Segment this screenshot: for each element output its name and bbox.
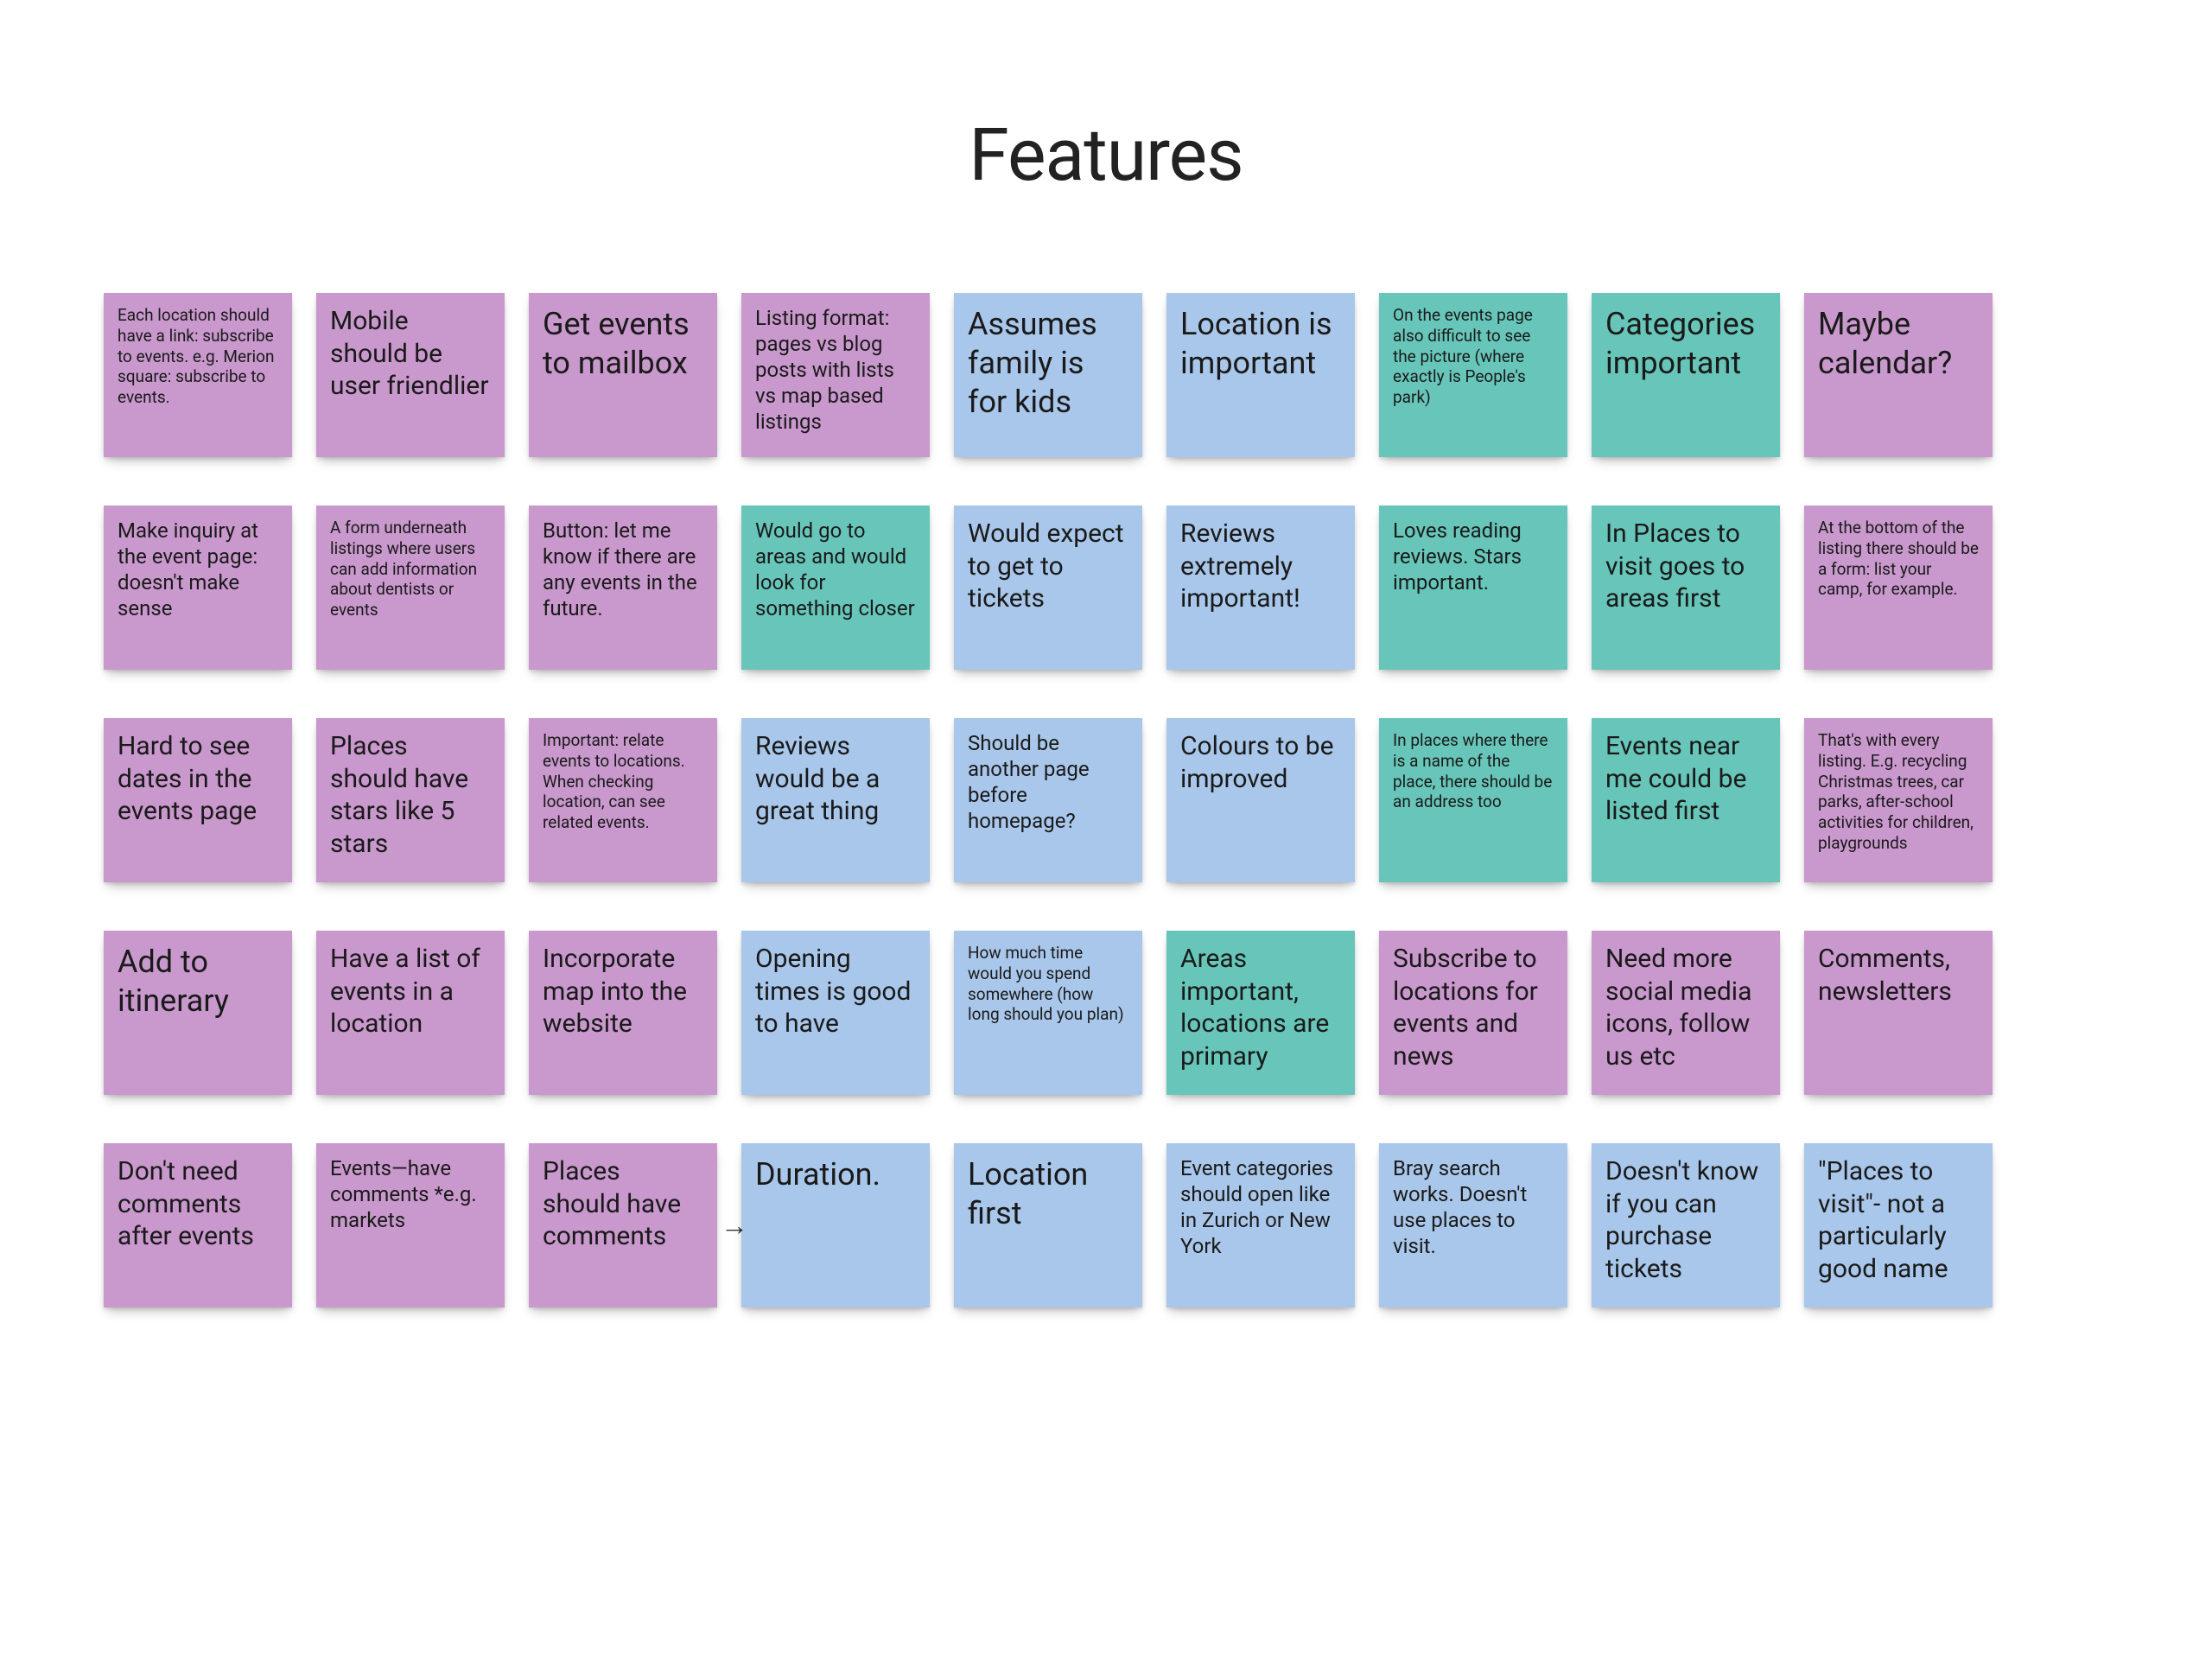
sticky-note-text: Reviews extremely important! xyxy=(1180,518,1341,615)
sticky-note-text: Incorporate map into the website xyxy=(543,943,703,1040)
sticky-note-text: Need more social media icons, follow us … xyxy=(1605,943,1766,1072)
sticky-note[interactable]: Opening times is good to have xyxy=(741,931,930,1095)
note-row: Add to itinerary Have a list of events in… xyxy=(104,931,2108,1095)
sticky-note[interactable]: How much time would you spend somewhere … xyxy=(954,931,1142,1095)
sticky-note[interactable]: Reviews would be a great thing xyxy=(741,718,930,882)
sticky-note-text: In places where there is a name of the p… xyxy=(1393,730,1554,812)
sticky-note[interactable]: That's with every listing. E.g. recyclin… xyxy=(1804,718,1993,882)
sticky-note[interactable]: Bray search works. Doesn't use places to… xyxy=(1379,1143,1567,1307)
sticky-note-text: Opening times is good to have xyxy=(755,943,916,1040)
sticky-note-text: Don't need comments after events xyxy=(118,1155,278,1253)
note-row: Don't need comments after events Events—h… xyxy=(104,1143,2108,1307)
sticky-note[interactable]: Places should have comments xyxy=(529,1143,717,1307)
sticky-note[interactable]: Maybe calendar? xyxy=(1804,293,1993,457)
sticky-note[interactable]: Important: relate events to locations. W… xyxy=(529,718,717,882)
sticky-note[interactable]: Comments, newsletters xyxy=(1804,931,1993,1095)
sticky-note-text: Listing format: pages vs blog posts with… xyxy=(755,305,916,435)
sticky-note[interactable]: Incorporate map into the website xyxy=(529,931,717,1095)
arrow-icon: → xyxy=(721,1208,748,1243)
sticky-note[interactable]: Hard to see dates in the events page xyxy=(104,718,292,882)
sticky-note[interactable]: Loves reading reviews. Stars important. xyxy=(1379,506,1567,670)
sticky-note[interactable]: Make inquiry at the event page: doesn't … xyxy=(104,506,292,670)
sticky-note-text: That's with every listing. E.g. recyclin… xyxy=(1818,730,1979,854)
sticky-note-text: Get events to mailbox xyxy=(543,305,703,383)
sticky-note[interactable]: Need more social media icons, follow us … xyxy=(1592,931,1780,1095)
sticky-note[interactable]: Location is important xyxy=(1166,293,1355,457)
sticky-note[interactable]: At the bottom of the listing there shoul… xyxy=(1804,506,1993,670)
sticky-note-text: Make inquiry at the event page: doesn't … xyxy=(118,518,278,621)
sticky-note-text: Bray search works. Doesn't use places to… xyxy=(1393,1155,1554,1259)
sticky-note[interactable]: Reviews extremely important! xyxy=(1166,506,1355,670)
sticky-note-text: Have a list of events in a location xyxy=(330,943,491,1040)
sticky-note[interactable]: Assumes family is for kids xyxy=(954,293,1142,457)
sticky-note-text: Important: relate events to locations. W… xyxy=(543,730,703,833)
sticky-note-text: Each location should have a link: subscr… xyxy=(118,305,278,408)
sticky-note[interactable]: →Duration. xyxy=(741,1143,930,1307)
sticky-note-text: Add to itinerary xyxy=(118,943,278,1021)
sticky-note-text: Mobile should be user friendlier xyxy=(330,305,491,403)
sticky-note-text: Hard to see dates in the events page xyxy=(118,730,278,828)
sticky-note-text: "Places to visit"- not a particularly go… xyxy=(1818,1155,1979,1285)
sticky-note[interactable]: Would go to areas and would look for som… xyxy=(741,506,930,670)
board-canvas: Features Each location should have a lin… xyxy=(104,112,2108,1356)
sticky-note-text: Areas important, locations are primary xyxy=(1180,943,1341,1072)
sticky-note[interactable]: Colours to be improved xyxy=(1166,718,1355,882)
sticky-note[interactable]: "Places to visit"- not a particularly go… xyxy=(1804,1143,1993,1307)
sticky-note-text: Maybe calendar? xyxy=(1818,305,1979,383)
note-row: Hard to see dates in the events page Plac… xyxy=(104,718,2108,882)
sticky-note[interactable]: Button: let me know if there are any eve… xyxy=(529,506,717,670)
sticky-note-text: How much time would you spend somewhere … xyxy=(968,943,1128,1025)
sticky-note-text: Doesn't know if you can purchase tickets xyxy=(1605,1155,1766,1285)
sticky-note-text: Places should have comments xyxy=(543,1155,703,1253)
sticky-note-text: Event categories should open like in Zur… xyxy=(1180,1155,1341,1259)
sticky-note[interactable]: Would expect to get to tickets xyxy=(954,506,1142,670)
sticky-note[interactable]: Event categories should open like in Zur… xyxy=(1166,1143,1355,1307)
sticky-note-text: Would go to areas and would look for som… xyxy=(755,518,916,621)
sticky-note[interactable]: Categories important xyxy=(1592,293,1780,457)
sticky-note-text: Duration. xyxy=(755,1155,916,1194)
sticky-note[interactable]: Subscribe to locations for events and ne… xyxy=(1379,931,1567,1095)
sticky-note[interactable]: Location first xyxy=(954,1143,1142,1307)
sticky-note[interactable]: Doesn't know if you can purchase tickets xyxy=(1592,1143,1780,1307)
sticky-note[interactable]: Events—have comments *e.g. markets xyxy=(316,1143,505,1307)
sticky-note-text: Location first xyxy=(968,1155,1128,1233)
note-row: Each location should have a link: subscr… xyxy=(104,293,2108,457)
sticky-note-text: Reviews would be a great thing xyxy=(755,730,916,828)
sticky-note-text: Comments, newsletters xyxy=(1818,943,1979,1008)
sticky-note[interactable]: Areas important, locations are primary xyxy=(1166,931,1355,1095)
sticky-note[interactable]: Add to itinerary xyxy=(104,931,292,1095)
sticky-note-text: Subscribe to locations for events and ne… xyxy=(1393,943,1554,1072)
sticky-note-text: On the events page also difficult to see… xyxy=(1393,305,1554,408)
sticky-note[interactable]: Get events to mailbox xyxy=(529,293,717,457)
sticky-note[interactable]: Mobile should be user friendlier xyxy=(316,293,505,457)
note-row: Make inquiry at the event page: doesn't … xyxy=(104,506,2108,670)
sticky-note[interactable]: Don't need comments after events xyxy=(104,1143,292,1307)
sticky-note-text: Should be another page before homepage? xyxy=(968,730,1128,834)
sticky-note-text: Location is important xyxy=(1180,305,1341,383)
sticky-note-text: At the bottom of the listing there shoul… xyxy=(1818,518,1979,600)
sticky-note[interactable]: Events near me could be listed first xyxy=(1592,718,1780,882)
sticky-note[interactable]: In places where there is a name of the p… xyxy=(1379,718,1567,882)
sticky-note-text: Events near me could be listed first xyxy=(1605,730,1766,828)
sticky-note[interactable]: Have a list of events in a location xyxy=(316,931,505,1095)
sticky-note-text: Colours to be improved xyxy=(1180,730,1341,795)
rows-container: Each location should have a link: subscr… xyxy=(104,293,2108,1307)
sticky-note[interactable]: On the events page also difficult to see… xyxy=(1379,293,1567,457)
sticky-note-text: Button: let me know if there are any eve… xyxy=(543,518,703,621)
sticky-note-text: Would expect to get to tickets xyxy=(968,518,1128,615)
sticky-note-text: A form underneath listings where users c… xyxy=(330,518,491,620)
sticky-note[interactable]: In Places to visit goes to areas first xyxy=(1592,506,1780,670)
sticky-note-text: Events—have comments *e.g. markets xyxy=(330,1155,491,1233)
sticky-note-text: Categories important xyxy=(1605,305,1766,383)
sticky-note[interactable]: A form underneath listings where users c… xyxy=(316,506,505,670)
board-title: Features xyxy=(104,112,2108,198)
sticky-note-text: In Places to visit goes to areas first xyxy=(1605,518,1766,615)
sticky-note[interactable]: Places should have stars like 5 stars xyxy=(316,718,505,882)
sticky-note-text: Places should have stars like 5 stars xyxy=(330,730,491,860)
sticky-note[interactable]: Should be another page before homepage? xyxy=(954,718,1142,882)
sticky-note[interactable]: Listing format: pages vs blog posts with… xyxy=(741,293,930,457)
sticky-note[interactable]: Each location should have a link: subscr… xyxy=(104,293,292,457)
sticky-note-text: Assumes family is for kids xyxy=(968,305,1128,422)
sticky-note-text: Loves reading reviews. Stars important. xyxy=(1393,518,1554,595)
